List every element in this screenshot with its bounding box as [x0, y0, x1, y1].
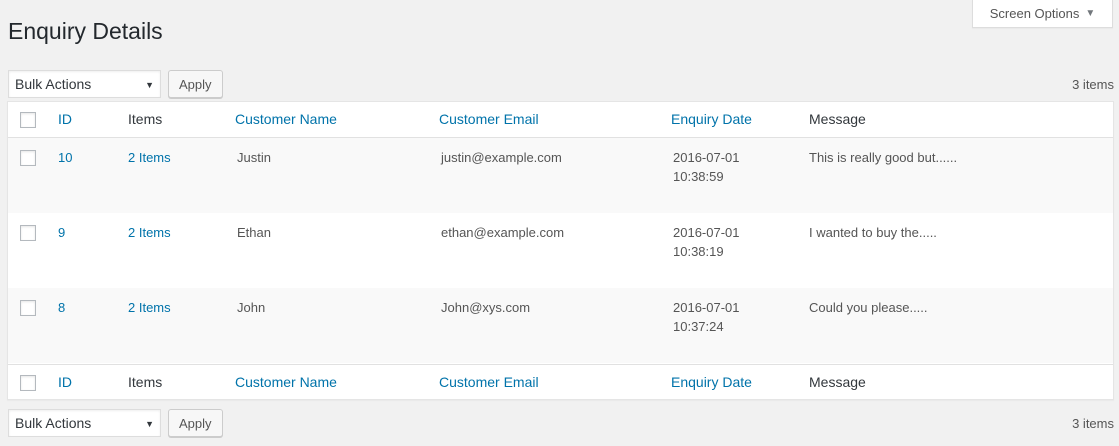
row-message: This is really good but......	[809, 150, 958, 165]
items-count: 3 items	[1072, 76, 1114, 92]
tablenav-top: Bulk Actions ▼ Apply 3 items	[8, 69, 1114, 99]
row-date: 2016-07-01	[673, 225, 740, 240]
row-id-link[interactable]: 9	[58, 223, 65, 242]
row-enquiry-date: 2016-07-01 10:38:19	[673, 223, 740, 261]
column-header-customer-name[interactable]: Customer Name	[235, 374, 337, 390]
row-time: 10:38:19	[673, 244, 724, 259]
table-row: 8 2 Items John John@xys.com 2016-07-01 1…	[8, 288, 1113, 363]
row-date: 2016-07-01	[673, 150, 740, 165]
row-items-link[interactable]: 2 Items	[128, 298, 171, 317]
row-customer-name: Ethan	[237, 225, 271, 240]
row-customer-name: John	[237, 300, 266, 315]
row-customer-email: justin@example.com	[441, 150, 562, 165]
items-count: 3 items	[1072, 415, 1114, 431]
row-id-link[interactable]: 10	[58, 148, 72, 167]
apply-button[interactable]: Apply	[168, 409, 223, 437]
table-footer-row: ID Items Customer Name Customer Email En…	[8, 364, 1113, 400]
row-enquiry-date: 2016-07-01 10:37:24	[673, 298, 740, 336]
column-header-items: Items	[128, 374, 163, 390]
column-header-items: Items	[128, 111, 163, 127]
row-checkbox[interactable]	[20, 300, 36, 316]
bulk-actions-value: Bulk Actions	[15, 415, 92, 431]
row-items-link[interactable]: 2 Items	[128, 148, 171, 167]
row-checkbox[interactable]	[20, 225, 36, 241]
row-customer-name: Justin	[237, 150, 271, 165]
row-customer-email: John@xys.com	[441, 300, 531, 315]
enquiry-table: ID Items Customer Name Customer Email En…	[7, 101, 1114, 400]
table-row: 9 2 Items Ethan ethan@example.com 2016-0…	[8, 213, 1113, 288]
column-header-message: Message	[809, 374, 866, 390]
bulk-actions-select[interactable]: Bulk Actions ▼	[8, 70, 161, 98]
column-header-enquiry-date[interactable]: Enquiry Date	[671, 111, 752, 127]
row-message: I wanted to buy the.....	[809, 225, 937, 240]
column-header-message: Message	[809, 111, 866, 127]
column-header-id[interactable]: ID	[58, 374, 72, 390]
chevron-down-icon: ▼	[145, 80, 154, 90]
table-header-row: ID Items Customer Name Customer Email En…	[8, 102, 1113, 138]
bulk-actions-value: Bulk Actions	[15, 76, 92, 92]
row-date: 2016-07-01	[673, 300, 740, 315]
column-header-customer-email[interactable]: Customer Email	[439, 374, 539, 390]
row-id-link[interactable]: 8	[58, 298, 65, 317]
row-checkbox[interactable]	[20, 150, 36, 166]
screen-options-button[interactable]: Screen Options ▼	[972, 0, 1113, 28]
screen-options-label: Screen Options	[989, 6, 1080, 21]
row-time: 10:37:24	[673, 319, 724, 334]
row-items-link[interactable]: 2 Items	[128, 223, 171, 242]
select-all-checkbox[interactable]	[20, 375, 36, 391]
column-header-customer-name[interactable]: Customer Name	[235, 111, 337, 127]
column-header-id[interactable]: ID	[58, 111, 72, 127]
chevron-down-icon: ▼	[145, 419, 154, 429]
column-header-customer-email[interactable]: Customer Email	[439, 111, 539, 127]
bulk-actions-select[interactable]: Bulk Actions ▼	[8, 409, 161, 437]
select-all-checkbox[interactable]	[20, 112, 36, 128]
table-row: 10 2 Items Justin justin@example.com 201…	[8, 138, 1113, 213]
row-time: 10:38:59	[673, 169, 724, 184]
triangle-down-icon: ▼	[1085, 8, 1096, 19]
row-message: Could you please.....	[809, 300, 928, 315]
page-title: Enquiry Details	[8, 18, 163, 44]
column-header-enquiry-date[interactable]: Enquiry Date	[671, 374, 752, 390]
apply-button[interactable]: Apply	[168, 70, 223, 98]
row-customer-email: ethan@example.com	[441, 225, 565, 240]
row-enquiry-date: 2016-07-01 10:38:59	[673, 148, 740, 186]
tablenav-bottom: Bulk Actions ▼ Apply 3 items	[8, 408, 1114, 438]
